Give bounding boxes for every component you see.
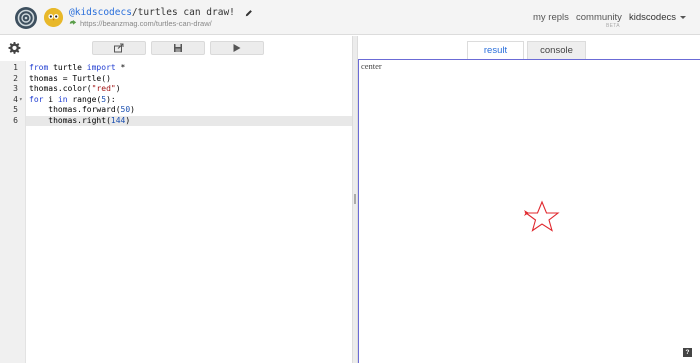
code-token: ) <box>115 84 121 93</box>
code-token: thomas.color( <box>29 84 92 93</box>
drag-handle-icon[interactable] <box>354 194 356 204</box>
repl-app: @kidscodecs/turtles can draw! https://be… <box>0 0 700 363</box>
string-literal: "red" <box>91 84 116 93</box>
user-menu[interactable]: kidscodecs <box>629 12 686 23</box>
code-token: i <box>43 94 58 104</box>
code-line[interactable]: thomas = Turtle() <box>26 74 352 85</box>
save-icon <box>174 44 182 52</box>
number-literal: 144 <box>110 115 126 125</box>
save-button[interactable] <box>151 41 205 55</box>
line-number: 2 <box>13 73 18 83</box>
code-token: thomas.forward( <box>29 105 121 114</box>
code-line-active[interactable]: thomas.right(144) <box>26 115 352 126</box>
repl-url: https://beanzmag.com/turtles-can-draw/ <box>69 19 212 28</box>
help-button[interactable]: ? <box>683 348 692 357</box>
code-line[interactable]: thomas.color("red") <box>26 84 352 95</box>
owl-avatar-icon <box>44 8 63 27</box>
line-number: 4 <box>13 94 18 104</box>
user-avatar[interactable] <box>44 8 63 27</box>
code-token: turtle <box>48 63 87 72</box>
code-token: ) <box>125 115 131 125</box>
line-number-gutter: 1 2 3 4 ▾ 5 6 <box>0 61 26 363</box>
turtle-path <box>524 200 560 232</box>
code-line[interactable]: thomas.forward(50) <box>26 105 352 116</box>
nav-my-repls[interactable]: my repls <box>533 12 569 23</box>
line-number: 3 <box>13 84 18 93</box>
turtle-star-drawing <box>524 200 560 232</box>
pencil-icon[interactable] <box>245 9 253 17</box>
code-editor[interactable]: from turtle import * thomas = Turtle() t… <box>26 61 352 363</box>
code-line[interactable]: for i in range(5): <box>26 95 352 106</box>
repl-logo-icon[interactable] <box>14 6 38 30</box>
owner-link[interactable]: @kidscodecs <box>69 7 132 18</box>
community-beta-badge: BETA <box>606 23 620 29</box>
keyword: in <box>57 94 68 104</box>
repl-url-text[interactable]: https://beanzmag.com/turtles-can-draw/ <box>80 19 212 28</box>
keyword: for <box>29 94 44 104</box>
nav-community[interactable]: community <box>576 12 622 23</box>
repl-title: @kidscodecs/turtles can draw! <box>69 7 253 18</box>
export-button[interactable] <box>92 41 146 55</box>
keyword: from <box>29 63 49 72</box>
code-token: ) <box>130 105 135 114</box>
canvas-label: center <box>361 61 382 71</box>
caret-down-icon <box>680 15 686 19</box>
code-token: thomas = Turtle() <box>29 73 111 83</box>
play-icon <box>233 44 241 52</box>
line-number: 6 <box>13 115 18 125</box>
number-literal: 50 <box>120 105 131 114</box>
keyword: import <box>86 63 116 72</box>
code-token: thomas.right( <box>29 115 111 125</box>
code-token: * <box>115 63 126 72</box>
line-number: 1 <box>13 63 18 72</box>
line-number: 5 <box>13 105 18 114</box>
user-menu-label: kidscodecs <box>629 12 676 23</box>
run-button[interactable] <box>210 41 264 55</box>
tab-console[interactable]: console <box>527 41 586 59</box>
tab-result[interactable]: result <box>467 41 524 59</box>
share-icon <box>114 43 124 53</box>
repl-name[interactable]: turtles can draw! <box>138 7 235 18</box>
code-line[interactable]: from turtle import * <box>26 63 352 74</box>
code-token: range( <box>67 94 102 104</box>
fold-chevron-icon[interactable]: ▾ <box>19 95 23 106</box>
code-token: ): <box>106 94 116 104</box>
gear-icon[interactable] <box>8 42 21 55</box>
share-icon <box>69 20 77 25</box>
